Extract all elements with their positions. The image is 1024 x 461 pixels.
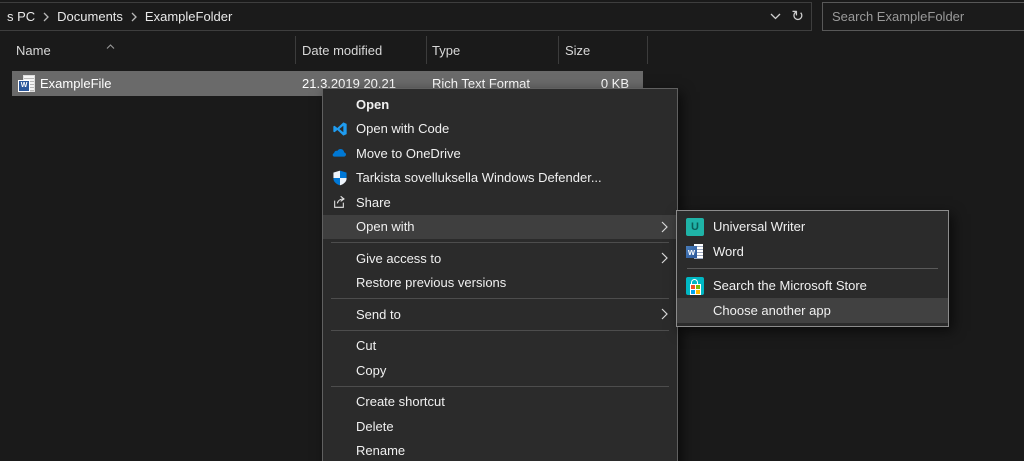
onedrive-cloud-icon [331,144,349,162]
vscode-icon [331,120,349,138]
submenu-chevron-icon [661,252,668,264]
menu-item-give-access-to[interactable]: Give access to [323,246,677,271]
column-divider[interactable] [426,36,427,64]
column-divider[interactable] [647,36,648,64]
menu-item-delete[interactable]: Delete [323,414,677,439]
submenu-item-word[interactable]: w Word [677,239,948,264]
menu-item-label: Open [356,97,389,112]
breadcrumb-documents[interactable]: Documents [53,9,127,24]
microsoft-flag [690,284,701,295]
menu-separator [331,242,669,243]
submenu-item-universal-writer[interactable]: U Universal Writer [677,214,948,239]
column-divider[interactable] [558,36,559,64]
refresh-icon[interactable]: ↻ [791,9,804,24]
menu-item-label: Choose another app [713,303,831,318]
menu-item-label: Restore previous versions [356,275,506,290]
universal-writer-icon: U [686,218,704,236]
menu-item-label: Copy [356,363,386,378]
menu-item-label: Delete [356,419,394,434]
context-menu: Open Open with Code Move to OneDrive [322,88,678,461]
word-app-icon: w [686,243,704,261]
menu-item-label: Move to OneDrive [356,146,461,161]
menu-item-cut[interactable]: Cut [323,334,677,359]
open-with-submenu: U Universal Writer w Word [676,210,949,327]
windows-defender-shield-icon [331,169,349,187]
search-box[interactable] [822,2,1024,31]
share-icon [331,193,349,211]
word-letter: w [686,246,697,258]
submenu-chevron-icon [661,308,668,320]
breadcrumb-chevron-icon[interactable] [43,12,49,22]
menu-item-label: Rename [356,443,405,458]
menu-item-label: Send to [356,307,401,322]
menu-item-open[interactable]: Open [323,92,677,117]
universal-writer-letter: U [686,218,704,236]
breadcrumb-this-pc[interactable]: s PC [3,9,39,24]
menu-item-rename[interactable]: Rename [323,439,677,461]
menu-item-create-shortcut[interactable]: Create shortcut [323,390,677,415]
search-input[interactable] [823,3,1024,30]
menu-separator [687,268,938,269]
rtf-document-icon: W [18,75,34,91]
menu-item-label: Give access to [356,251,441,266]
menu-separator [331,298,669,299]
submenu-chevron-icon [661,221,668,233]
submenu-item-search-microsoft-store[interactable]: Search the Microsoft Store [677,273,948,298]
menu-item-label: Universal Writer [713,219,805,234]
address-dropdown-chevron-icon[interactable] [770,13,781,20]
breadcrumb-examplefolder[interactable]: ExampleFolder [141,9,236,24]
column-header-date-modified[interactable]: Date modified [302,43,382,58]
menu-item-label: Cut [356,338,376,353]
menu-separator [331,386,669,387]
address-bar-controls: ↻ [770,3,804,30]
column-header-name[interactable]: Name [16,43,51,58]
breadcrumb-chevron-icon[interactable] [131,12,137,22]
menu-item-restore-previous-versions[interactable]: Restore previous versions [323,271,677,296]
column-header-type[interactable]: Type [432,43,460,58]
sort-ascending-icon[interactable] [106,36,115,54]
column-header-size[interactable]: Size [565,43,590,58]
menu-item-label: Search the Microsoft Store [713,278,867,293]
menu-item-label: Tarkista sovelluksella Windows Defender.… [356,170,602,185]
file-name: ExampleFile [40,71,112,96]
microsoft-store-icon [686,277,704,295]
menu-item-copy[interactable]: Copy [323,358,677,383]
submenu-item-choose-another-app[interactable]: Choose another app [677,298,948,323]
menu-item-label: Open with Code [356,121,449,136]
word-badge: W [18,80,30,92]
column-divider[interactable] [295,36,296,64]
menu-item-label: Word [713,244,744,259]
menu-item-defender-scan[interactable]: Tarkista sovelluksella Windows Defender.… [323,166,677,191]
address-bar[interactable]: s PC Documents ExampleFolder ↻ [0,2,812,31]
menu-item-send-to[interactable]: Send to [323,302,677,327]
menu-item-label: Share [356,195,391,210]
menu-item-open-with[interactable]: Open with [323,215,677,240]
explorer-window: s PC Documents ExampleFolder ↻ Name Date… [0,0,1024,461]
menu-item-share[interactable]: Share [323,190,677,215]
menu-item-move-to-onedrive[interactable]: Move to OneDrive [323,141,677,166]
menu-item-label: Open with [356,219,415,234]
menu-item-open-with-code[interactable]: Open with Code [323,117,677,142]
menu-item-label: Create shortcut [356,394,445,409]
menu-separator [331,330,669,331]
